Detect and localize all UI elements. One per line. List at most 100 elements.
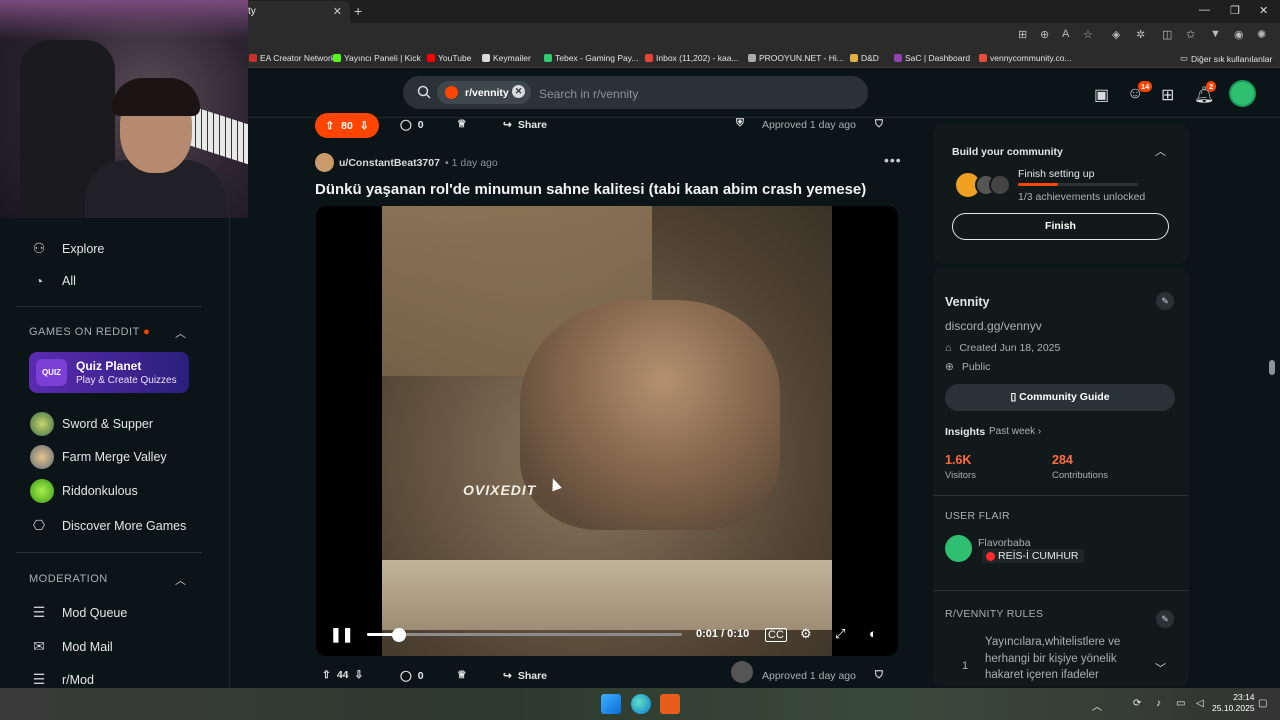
chevron-up-icon[interactable]: ︿ [175, 325, 186, 341]
captions-icon[interactable]: CC [765, 628, 787, 642]
other-bookmarks[interactable]: ▭ Diğer sık kullanılanlar [1180, 53, 1272, 64]
edge-browser-icon[interactable] [631, 694, 651, 714]
scrollbar-thumb[interactable] [1269, 360, 1275, 375]
folder-icon: ▭ [1180, 53, 1189, 63]
post-author[interactable]: u/ConstantBeat3707 [339, 157, 440, 169]
post-author-avatar[interactable] [315, 153, 334, 172]
insights-period[interactable]: Past week › [989, 426, 1041, 437]
system-clock[interactable]: 23:14 25.10.2025 [1212, 692, 1255, 714]
close-tab-icon[interactable]: ✕ [333, 5, 342, 18]
comments-button[interactable]: ◯ 0 [400, 119, 424, 131]
tray-chevron-icon[interactable]: ︿ [1092, 698, 1102, 713]
app-icon[interactable] [660, 694, 680, 714]
quiz-planet-title: Quiz Planet [76, 359, 142, 373]
volume-icon[interactable]: ◐ [869, 626, 877, 641]
chevron-up-icon[interactable]: ︿ [175, 572, 186, 588]
video-seek-bar[interactable] [367, 633, 682, 636]
split-screen-icon[interactable]: ◫ [1162, 28, 1172, 41]
game-riddonkulous[interactable]: Riddonkulous [30, 479, 138, 503]
more-options-icon[interactable]: ••• [884, 152, 902, 168]
nav-all[interactable]: ◔ All [30, 273, 76, 289]
favorite-star-icon[interactable]: ☆ [1083, 28, 1093, 41]
page-scrollbar[interactable] [1267, 118, 1277, 688]
browser-tab[interactable]: ty ✕ [230, 1, 350, 23]
divider [16, 552, 202, 553]
approved-status: Approved 1 day ago [762, 119, 856, 131]
edit-pencil-icon[interactable]: ✎ [1156, 292, 1174, 310]
upvote-icon[interactable]: ⇧ [322, 669, 331, 681]
bookmark-item[interactable]: YouTube [427, 53, 471, 63]
achievement-badge [989, 174, 1011, 196]
bookmark-item[interactable]: D&D [850, 53, 879, 63]
mod-actions-icon[interactable]: ⛉ [875, 669, 883, 682]
award-icon[interactable]: ♕ [457, 669, 466, 681]
nav-discover-games[interactable]: ⎔ Discover More Games [30, 517, 186, 534]
games-heading[interactable]: GAMES ON REDDIT ● [29, 326, 150, 338]
bookmark-item[interactable]: EA Creator Network [249, 53, 335, 63]
windows-start-icon[interactable] [601, 694, 621, 714]
advertise-icon[interactable]: ▣ [1094, 85, 1109, 105]
bookmark-item[interactable]: PROOYUN.NET - Hi... [748, 53, 844, 63]
profile-icon[interactable]: ◉ [1234, 28, 1244, 41]
vote-pill[interactable]: ⇧ 44 ⇩ [322, 669, 363, 681]
post-title[interactable]: Dünkü yaşanan rol'de minumun sahne kalit… [315, 181, 866, 198]
extension-icon[interactable]: ◈ [1112, 28, 1120, 41]
chevron-down-icon[interactable]: ﹀ [1155, 660, 1166, 676]
minimize-icon[interactable]: — [1199, 4, 1210, 16]
nav-explore[interactable]: ⚇ Explore [30, 240, 105, 257]
downvote-icon[interactable]: ⇩ [355, 669, 364, 681]
read-aloud-icon[interactable]: A [1062, 28, 1069, 40]
microphone-icon[interactable]: ♪ [1156, 698, 1161, 709]
app-available-icon[interactable]: ⊞ [1018, 28, 1027, 41]
video-seek-handle[interactable] [391, 628, 406, 642]
share-button[interactable]: ↪ Share [503, 670, 547, 682]
bookmark-item[interactable]: vennycommunity.co... [979, 53, 1072, 63]
nav-r-mod[interactable]: ☰ r/Mod [30, 671, 94, 688]
fullscreen-icon[interactable]: ⤢ [835, 626, 845, 642]
share-label: Share [517, 670, 547, 682]
new-tab-icon[interactable]: + [354, 3, 362, 19]
pause-icon[interactable]: ❚❚ [330, 626, 353, 643]
bookmark-item[interactable]: Inbox (11,202) - kaa... [645, 53, 739, 63]
speaker-icon[interactable]: ◁ [1196, 698, 1204, 709]
network-icon[interactable]: ▭ [1176, 698, 1185, 709]
copilot-icon[interactable]: ✺ [1257, 28, 1266, 41]
user-flair-tag[interactable]: REİS-İ CUMHUR [982, 549, 1084, 563]
extensions-puzzle-icon[interactable]: ✲ [1136, 28, 1145, 41]
moderation-heading[interactable]: MODERATION [29, 573, 108, 585]
comments-button[interactable]: ◯ 0 [400, 670, 424, 682]
downvote-icon[interactable]: ⇩ [360, 120, 369, 132]
create-post-icon[interactable]: ⊞ [1161, 85, 1174, 105]
finish-button[interactable]: Finish [952, 213, 1169, 240]
upvote-icon[interactable]: ⇧ [325, 120, 334, 132]
sync-icon[interactable]: ⟳ [1133, 698, 1141, 709]
close-window-icon[interactable]: ✕ [1259, 4, 1268, 17]
game-sword-supper[interactable]: Sword & Supper [30, 412, 153, 436]
search-input[interactable]: Search in r/vennity [539, 87, 638, 101]
edit-pencil-icon[interactable]: ✎ [1156, 610, 1174, 628]
community-guide-button[interactable]: ▯ Community Guide [945, 384, 1175, 411]
chevron-up-icon[interactable]: ︿ [1155, 143, 1166, 159]
share-button[interactable]: ↪ Share [503, 119, 547, 131]
game-farm-merge-valley[interactable]: Farm Merge Valley [30, 445, 167, 469]
notifications-icon[interactable]: ▢ [1258, 698, 1267, 709]
bookmark-item[interactable]: Yayıncı Paneli | Kick [333, 53, 421, 63]
award-icon[interactable]: ♕ [457, 118, 466, 130]
bookmark-item[interactable]: SaC | Dashboard [894, 53, 970, 63]
vote-pill-active[interactable]: ⇧ 80 ⇩ [315, 113, 379, 138]
nav-mod-queue[interactable]: ☰ Mod Queue [30, 604, 128, 621]
favorites-icon[interactable]: ✩ [1186, 28, 1195, 41]
bookmark-favicon-icon [333, 54, 341, 62]
comment-icon: ◯ [400, 670, 412, 682]
shield-extension-icon[interactable]: ▼ [1210, 28, 1221, 40]
mod-actions-icon[interactable]: ⛉ [875, 118, 883, 131]
bookmark-item[interactable]: Tebex - Gaming Pay... [544, 53, 638, 63]
rule-text[interactable]: Yayıncılara,whitelistlere ve herhangi bi… [985, 634, 1145, 684]
user-avatar[interactable] [1229, 80, 1256, 107]
restore-icon[interactable]: ❐ [1230, 4, 1240, 17]
settings-gear-icon[interactable]: ⚙ [800, 626, 812, 642]
nav-mod-mail[interactable]: ✉ Mod Mail [30, 638, 113, 655]
remove-chip-icon[interactable]: ✕ [512, 85, 525, 98]
bookmark-item[interactable]: Keymailer [482, 53, 531, 63]
zoom-icon[interactable]: ⊕ [1040, 28, 1049, 41]
